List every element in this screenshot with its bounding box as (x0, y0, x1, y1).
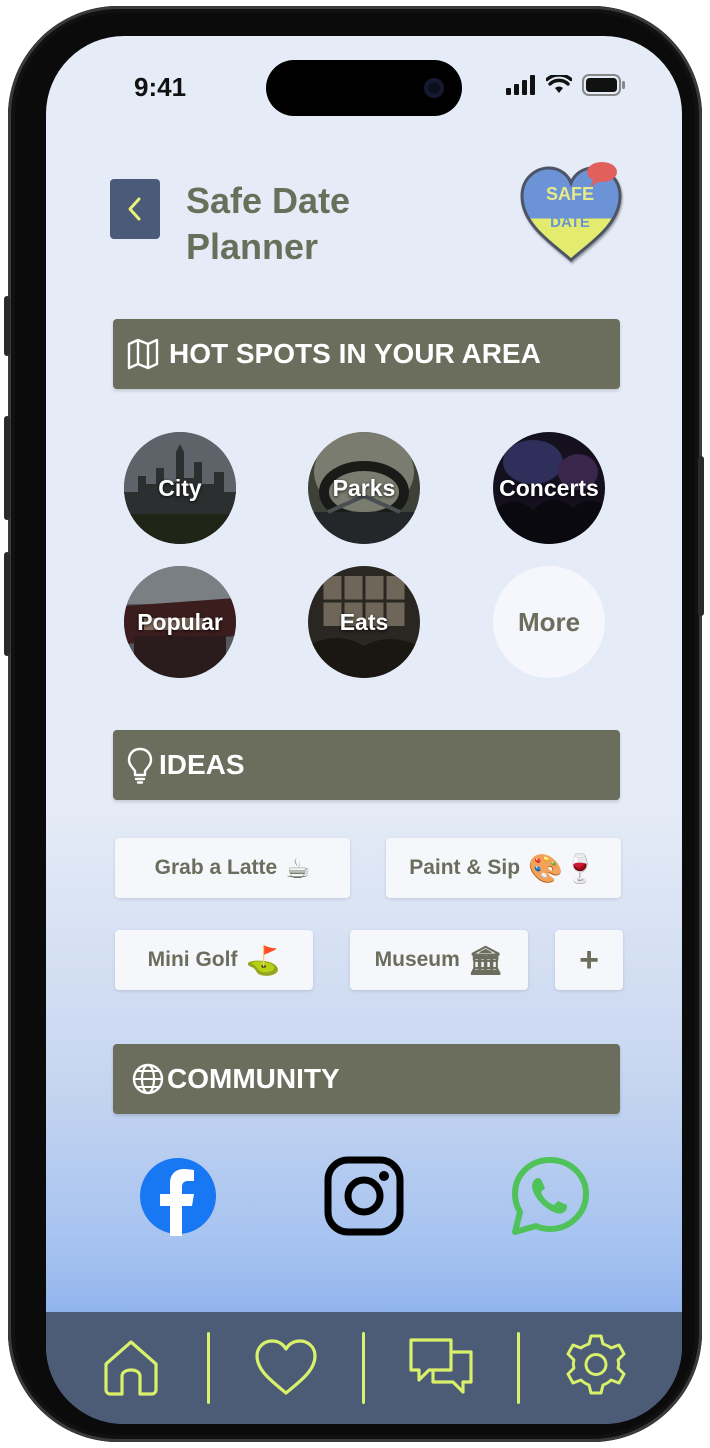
idea-label: Museum (374, 948, 460, 971)
logo-text-top: SAFE (546, 184, 594, 204)
status-time: 9:41 (134, 72, 187, 102)
community-header: COMMUNITY (113, 1044, 620, 1114)
hot-spots-header: HOT SPOTS IN YOUR AREA (113, 319, 620, 389)
nav-divider (517, 1332, 520, 1404)
nav-home[interactable] (96, 1332, 166, 1402)
community-title: COMMUNITY (167, 1063, 340, 1094)
spot-parks[interactable]: Parks (308, 432, 420, 544)
spot-label: City (158, 474, 202, 501)
spot-label: Eats (339, 608, 389, 635)
plus-icon: + (579, 940, 599, 979)
nav-divider (362, 1332, 365, 1404)
spot-label: Parks (332, 474, 396, 501)
volume-up-button (4, 416, 10, 520)
chevron-left-icon (128, 197, 141, 221)
nav-divider (207, 1332, 210, 1404)
nav-messages[interactable] (406, 1332, 476, 1402)
idea-label: Grab a Latte (154, 856, 278, 879)
page-title: Safe Date Planner (186, 180, 351, 267)
power-button (698, 456, 704, 616)
spot-eats[interactable]: Eats (308, 566, 420, 678)
idea-grab-a-latte[interactable]: Grab a Latte ☕ (115, 838, 350, 898)
museum-icon: 🏛 (467, 943, 504, 977)
spot-concerts[interactable]: Concerts (493, 432, 605, 544)
instagram-icon[interactable] (324, 1156, 404, 1236)
lightbulb-icon (127, 747, 153, 784)
battery-icon (582, 74, 625, 96)
safe-date-logo: SAFE DATE (520, 162, 622, 263)
coffee-icon: ☕ (285, 851, 311, 885)
nav-favorites[interactable] (251, 1332, 321, 1402)
settings-icon (566, 1334, 626, 1395)
whatsapp-icon[interactable] (510, 1156, 590, 1236)
spot-city[interactable]: City (124, 432, 236, 544)
map-icon (127, 338, 159, 370)
volume-down-button (4, 552, 10, 656)
idea-museum[interactable]: Museum 🏛 (350, 930, 528, 990)
home-icon (104, 1340, 158, 1396)
spot-label: Popular (137, 608, 223, 635)
spot-label: Concerts (499, 474, 599, 501)
status-icons (506, 74, 626, 96)
back-button[interactable] (110, 179, 160, 239)
heart-icon (255, 1339, 317, 1395)
side-button (4, 296, 10, 356)
ideas-title: IDEAS (159, 749, 245, 780)
logo-text-bottom: DATE (550, 214, 590, 231)
idea-paint-and-sip[interactable]: Paint & Sip 🎨🍷 (386, 838, 621, 898)
phone-frame: 9:41 Safe Date Planner SAFE DATE HOT SPO… (4, 6, 704, 1442)
golf-flag-icon: ⛳ (245, 943, 281, 977)
idea-mini-golf[interactable]: Mini Golf ⛳ (115, 930, 313, 990)
spot-more[interactable]: More (493, 566, 605, 678)
spot-popular[interactable]: Popular (124, 566, 236, 678)
bottom-nav (46, 1312, 682, 1424)
app-screen: 9:41 Safe Date Planner SAFE DATE HOT SPO… (46, 36, 682, 1424)
idea-label: Mini Golf (147, 948, 238, 971)
dynamic-island (266, 60, 462, 116)
globe-icon (132, 1063, 164, 1095)
palette-wine-icon: 🎨🍷 (528, 851, 598, 885)
add-idea-button[interactable]: + (555, 930, 623, 990)
cellular-signal-icon (506, 75, 535, 95)
ideas-header: IDEAS (113, 730, 620, 800)
wifi-icon (546, 75, 572, 93)
hot-spots-title: HOT SPOTS IN YOUR AREA (169, 338, 541, 369)
idea-label: Paint & Sip (409, 856, 521, 879)
chat-icon (409, 1338, 473, 1394)
nav-settings[interactable] (561, 1332, 631, 1402)
spot-label: More (517, 606, 581, 637)
facebook-icon[interactable] (138, 1156, 218, 1236)
